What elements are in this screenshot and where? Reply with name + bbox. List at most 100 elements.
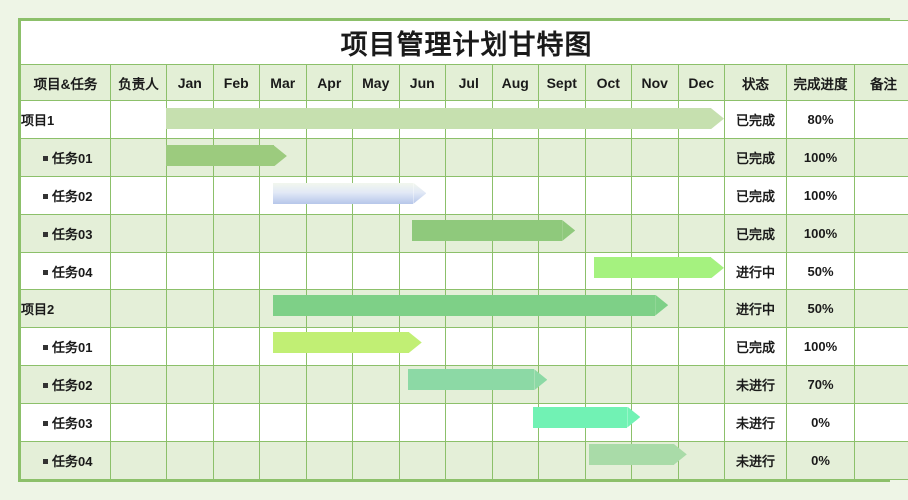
- month-cell-dec[interactable]: [677, 251, 725, 291]
- month-cell-dec[interactable]: [677, 213, 725, 253]
- month-cell-oct[interactable]: [584, 441, 632, 480]
- month-cell-dec[interactable]: [677, 137, 725, 177]
- month-cell-sept[interactable]: [538, 213, 586, 253]
- month-cell-feb[interactable]: [212, 365, 260, 405]
- month-cell-aug[interactable]: [491, 137, 539, 177]
- month-cell-may[interactable]: [352, 137, 400, 177]
- status-badge[interactable]: 进行中: [724, 289, 787, 329]
- status-badge[interactable]: 已完成: [724, 100, 787, 139]
- table-row[interactable]: 任务02 未进行 70%: [20, 365, 908, 405]
- month-cell-feb[interactable]: [212, 100, 260, 139]
- month-cell-nov[interactable]: [631, 289, 679, 329]
- month-cell-oct[interactable]: [584, 175, 632, 215]
- month-cell-jul[interactable]: [445, 441, 493, 480]
- month-cell-may[interactable]: [352, 100, 400, 139]
- table-row[interactable]: 项目1 已完成 80%: [20, 100, 908, 139]
- note-cell[interactable]: [853, 327, 908, 367]
- month-cell-mar[interactable]: [259, 365, 307, 405]
- project-name-cell[interactable]: 项目1: [20, 100, 111, 139]
- month-cell-jul[interactable]: [445, 213, 493, 253]
- month-cell-feb[interactable]: [212, 175, 260, 215]
- month-cell-dec[interactable]: [677, 327, 725, 367]
- progress-value[interactable]: 100%: [786, 213, 855, 253]
- owner-cell[interactable]: [110, 251, 167, 291]
- month-cell-may[interactable]: [352, 251, 400, 291]
- owner-cell[interactable]: [110, 365, 167, 405]
- note-cell[interactable]: [853, 403, 908, 443]
- status-badge[interactable]: 已完成: [724, 175, 787, 215]
- month-cell-jun[interactable]: [398, 175, 446, 215]
- month-cell-jun[interactable]: [398, 327, 446, 367]
- month-cell-dec[interactable]: [677, 441, 725, 480]
- note-cell[interactable]: [853, 175, 908, 215]
- month-cell-may[interactable]: [352, 327, 400, 367]
- month-cell-feb[interactable]: [212, 327, 260, 367]
- month-cell-apr[interactable]: [305, 441, 353, 480]
- month-cell-sept[interactable]: [538, 100, 586, 139]
- month-cell-aug[interactable]: [491, 175, 539, 215]
- month-cell-jul[interactable]: [445, 137, 493, 177]
- month-cell-feb[interactable]: [212, 403, 260, 443]
- month-cell-jan[interactable]: [166, 213, 214, 253]
- month-cell-sept[interactable]: [538, 137, 586, 177]
- month-cell-sept[interactable]: [538, 441, 586, 480]
- month-cell-jan[interactable]: [166, 441, 214, 480]
- task-name-cell[interactable]: 任务04: [20, 441, 111, 480]
- status-badge[interactable]: 未进行: [724, 441, 787, 480]
- owner-cell[interactable]: [110, 213, 167, 253]
- status-badge[interactable]: 已完成: [724, 327, 787, 367]
- month-cell-oct[interactable]: [584, 403, 632, 443]
- month-cell-mar[interactable]: [259, 175, 307, 215]
- month-cell-mar[interactable]: [259, 100, 307, 139]
- month-cell-feb[interactable]: [212, 213, 260, 253]
- note-cell[interactable]: [853, 441, 908, 480]
- month-cell-feb[interactable]: [212, 251, 260, 291]
- month-cell-sept[interactable]: [538, 365, 586, 405]
- month-cell-aug[interactable]: [491, 100, 539, 139]
- task-name-cell[interactable]: 任务01: [20, 327, 111, 367]
- month-cell-jan[interactable]: [166, 365, 214, 405]
- month-cell-jun[interactable]: [398, 100, 446, 139]
- month-cell-jul[interactable]: [445, 175, 493, 215]
- month-cell-jun[interactable]: [398, 441, 446, 480]
- progress-value[interactable]: 50%: [786, 289, 855, 329]
- month-cell-oct[interactable]: [584, 289, 632, 329]
- month-cell-aug[interactable]: [491, 213, 539, 253]
- month-cell-sept[interactable]: [538, 251, 586, 291]
- month-cell-oct[interactable]: [584, 365, 632, 405]
- month-cell-may[interactable]: [352, 403, 400, 443]
- month-cell-jul[interactable]: [445, 365, 493, 405]
- progress-value[interactable]: 0%: [786, 441, 855, 480]
- status-badge[interactable]: 已完成: [724, 137, 787, 177]
- month-cell-apr[interactable]: [305, 137, 353, 177]
- month-cell-oct[interactable]: [584, 251, 632, 291]
- task-name-cell[interactable]: 任务03: [20, 403, 111, 443]
- month-cell-mar[interactable]: [259, 441, 307, 480]
- month-cell-aug[interactable]: [491, 289, 539, 329]
- progress-value[interactable]: 70%: [786, 365, 855, 405]
- month-cell-jan[interactable]: [166, 100, 214, 139]
- table-row[interactable]: 项目2 进行中 50%: [20, 289, 908, 329]
- month-cell-dec[interactable]: [677, 175, 725, 215]
- table-row[interactable]: 任务02 已完成 100%: [20, 175, 908, 215]
- owner-cell[interactable]: [110, 289, 167, 329]
- month-cell-aug[interactable]: [491, 327, 539, 367]
- note-cell[interactable]: [853, 213, 908, 253]
- month-cell-feb[interactable]: [212, 137, 260, 177]
- task-name-cell[interactable]: 任务04: [20, 251, 111, 291]
- month-cell-aug[interactable]: [491, 251, 539, 291]
- month-cell-apr[interactable]: [305, 289, 353, 329]
- month-cell-oct[interactable]: [584, 213, 632, 253]
- month-cell-jul[interactable]: [445, 403, 493, 443]
- month-cell-may[interactable]: [352, 441, 400, 480]
- task-name-cell[interactable]: 任务02: [20, 175, 111, 215]
- month-cell-sept[interactable]: [538, 403, 586, 443]
- month-cell-mar[interactable]: [259, 289, 307, 329]
- status-badge[interactable]: 已完成: [724, 213, 787, 253]
- month-cell-may[interactable]: [352, 175, 400, 215]
- note-cell[interactable]: [853, 251, 908, 291]
- progress-value[interactable]: 0%: [786, 403, 855, 443]
- month-cell-jan[interactable]: [166, 289, 214, 329]
- month-cell-jun[interactable]: [398, 365, 446, 405]
- month-cell-apr[interactable]: [305, 175, 353, 215]
